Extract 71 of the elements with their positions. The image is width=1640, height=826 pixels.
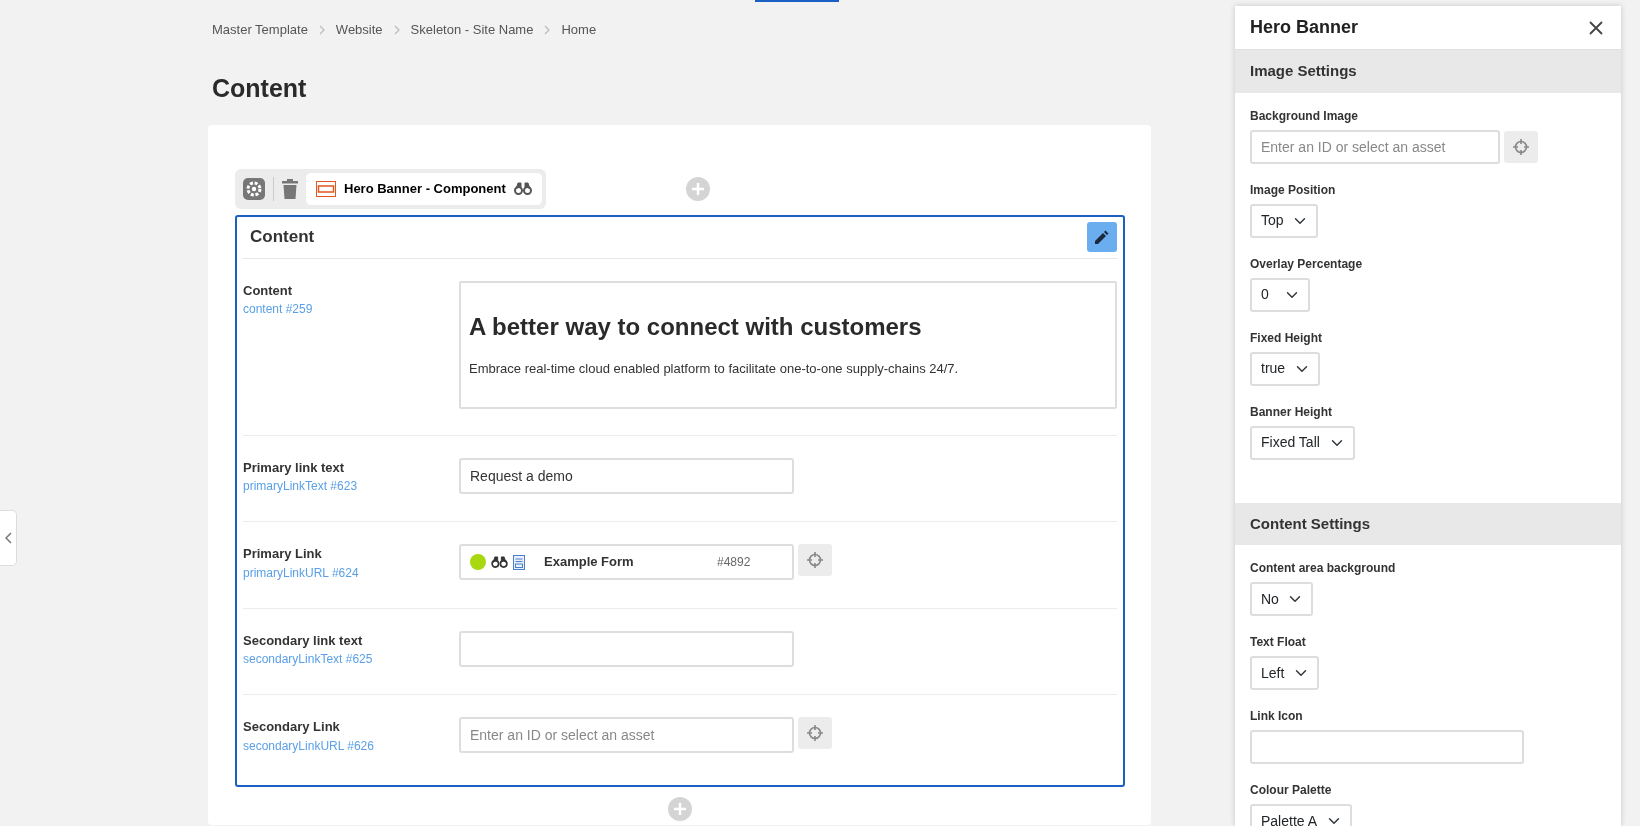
- asset-picker-button[interactable]: [1504, 130, 1538, 163]
- rich-text-editor[interactable]: A better way to connect with customers Embrace real-time cloud enabled platform to facilitate one-to-one supply-chains 24/7.: [459, 280, 1117, 409]
- collapse-tab[interactable]: [0, 510, 17, 566]
- crosshair-icon: [807, 552, 823, 568]
- crosshair-icon: [1513, 138, 1529, 155]
- breadcrumb-link[interactable]: Home: [561, 20, 597, 40]
- crosshair-icon: [807, 725, 823, 741]
- content-heading: A better way to connect with customers: [469, 311, 923, 342]
- dropdown[interactable]: Fixed Tall: [1250, 425, 1355, 460]
- drawer-title: Hero Banner: [1250, 16, 1359, 39]
- dropdown[interactable]: No: [1250, 582, 1313, 616]
- text-input[interactable]: [1250, 730, 1524, 764]
- field-label: Banner Height: [1250, 403, 1333, 421]
- field-reference: secondaryLinkURL #626: [243, 737, 375, 755]
- binoculars-icon: [491, 556, 508, 568]
- chevron-right-icon: [317, 24, 326, 35]
- chevron-left-icon: [4, 532, 12, 544]
- chevron-right-icon: [543, 24, 552, 35]
- content-body: Embrace real-time cloud enabled platform to facilitate one-to-one supply-chains 24/7.: [469, 359, 960, 378]
- field-reference: content #259: [243, 301, 314, 318]
- field-label: Background Image: [1250, 107, 1360, 125]
- field-label: Content: [243, 281, 294, 300]
- binoculars-icon: [513, 182, 532, 196]
- close-icon: [1589, 20, 1603, 35]
- text-input[interactable]: [459, 630, 794, 667]
- field-reference: primaryLinkText #623: [243, 478, 359, 495]
- field-label: Primary Link: [243, 545, 323, 563]
- field-reference: secondaryLinkText #625: [243, 651, 374, 668]
- breadcrumb-link[interactable]: Master Template: [212, 20, 308, 40]
- asset-field[interactable]: Example Form #4892: [459, 544, 794, 580]
- field-label: Overlay Percentage: [1250, 255, 1364, 273]
- breadcrumb-link[interactable]: Skeleton - Site Name: [410, 20, 534, 40]
- field-label: Secondary Link: [243, 718, 341, 736]
- section-header: Image Settings: [1235, 50, 1621, 93]
- component-chip[interactable]: Hero Banner - Component: [306, 173, 542, 205]
- field-reference: primaryLinkURL #624: [243, 564, 360, 582]
- asset-name: Example Form: [544, 553, 635, 572]
- dropdown[interactable]: 0: [1250, 277, 1310, 312]
- field-label: Colour Palette: [1250, 782, 1333, 799]
- text-input[interactable]: Request a demo: [459, 457, 794, 494]
- field-label: Text Float: [1250, 634, 1307, 651]
- field-label: Secondary link text: [243, 631, 364, 650]
- status-dot-icon: [470, 554, 486, 570]
- section-header: Content Settings: [1235, 502, 1621, 545]
- field-label: Image Position: [1250, 181, 1337, 199]
- banner-icon: [316, 180, 336, 197]
- trash-icon[interactable]: [282, 178, 298, 199]
- asset-picker-button[interactable]: [798, 717, 832, 749]
- add-icon[interactable]: [668, 796, 692, 821]
- field-label: Link Icon: [1250, 708, 1304, 725]
- asset-id: #4892: [717, 554, 751, 571]
- settings-icon[interactable]: [243, 177, 265, 200]
- edit-button[interactable]: [1087, 222, 1117, 252]
- asset-picker-button[interactable]: [798, 544, 832, 576]
- asset-input[interactable]: Enter an ID or select an asset: [1250, 129, 1500, 164]
- page-title: Content: [212, 72, 308, 104]
- editor-title: Content: [250, 226, 315, 249]
- document-icon: [513, 554, 525, 570]
- dropdown[interactable]: Left: [1250, 656, 1319, 690]
- add-icon[interactable]: [685, 176, 710, 201]
- field-label: Content area background: [1250, 560, 1397, 577]
- close-button[interactable]: [1589, 20, 1603, 35]
- dropdown[interactable]: true: [1250, 351, 1320, 386]
- breadcrumb-link[interactable]: Website: [335, 20, 383, 40]
- field-label: Fixed Height: [1250, 329, 1323, 347]
- pencil-icon: [1095, 230, 1109, 244]
- dropdown[interactable]: Top: [1250, 203, 1318, 238]
- field-label: Primary link text: [243, 458, 346, 477]
- dropdown[interactable]: Palette A: [1250, 804, 1352, 826]
- chevron-right-icon: [392, 24, 401, 35]
- asset-input[interactable]: Enter an ID or select an asset: [459, 717, 794, 753]
